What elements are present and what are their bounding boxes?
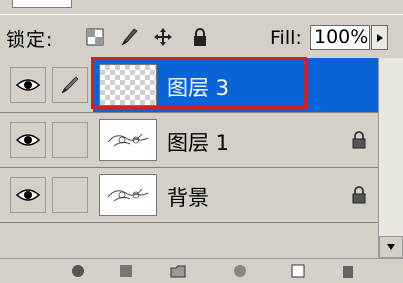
visibility-toggle[interactable]: [10, 177, 46, 213]
lock-image-pixels-icon[interactable]: [118, 26, 140, 48]
lock-icon: [349, 129, 369, 151]
lock-label: 锁定:: [6, 29, 54, 51]
layer-thumbnail-sketch: [99, 119, 157, 161]
layer-row[interactable]: 图层 3: [0, 58, 378, 113]
delete-layer-icon[interactable]: [340, 263, 356, 279]
fill-label: Fill:: [270, 27, 302, 49]
blend-mode-select[interactable]: [12, 0, 72, 8]
lock-all-icon[interactable]: [189, 26, 211, 48]
layer-style-icon[interactable]: [118, 263, 134, 279]
triangle-down-icon: [387, 244, 395, 250]
new-layer-icon[interactable]: [290, 263, 306, 279]
lock-transparent-pixels-icon[interactable]: [84, 26, 106, 48]
layers-bottom-bar: [0, 258, 403, 278]
new-group-icon[interactable]: [170, 263, 186, 279]
layer-thumbnail-transparent: [99, 64, 157, 106]
layer-thumbnail-sketch: [99, 174, 157, 216]
visibility-toggle[interactable]: [10, 122, 46, 158]
layer-name: 图层 1: [167, 131, 230, 155]
layer-row[interactable]: 图层 1: [0, 113, 378, 168]
lock-icon: [349, 184, 369, 206]
layer-content[interactable]: 图层 1: [93, 113, 378, 167]
eye-icon: [16, 189, 40, 201]
eye-icon: [16, 134, 40, 146]
fill-input[interactable]: 100%: [310, 25, 370, 50]
adjustment-layer-icon[interactable]: [232, 263, 248, 279]
layers-scrollbar[interactable]: [378, 58, 403, 258]
layer-content[interactable]: 图层 3: [93, 58, 378, 112]
panel-top-strip: [0, 0, 403, 14]
layer-content[interactable]: 背景: [93, 168, 378, 222]
fill-slider-button[interactable]: [371, 25, 388, 50]
layer-name: 背景: [167, 186, 209, 210]
link-cell[interactable]: [52, 122, 88, 158]
layers-list: 图层 3 图层 1 背景: [0, 58, 403, 258]
layers-empty-area: [0, 224, 378, 258]
lock-position-icon[interactable]: [152, 26, 174, 48]
brush-indicator[interactable]: [52, 67, 88, 103]
link-layers-icon[interactable]: [70, 263, 86, 279]
triangle-right-icon: [376, 33, 383, 42]
layer-row[interactable]: 背景: [0, 168, 378, 223]
lock-toolbar: 锁定: Fill: 100%: [0, 14, 403, 59]
layer-name: 图层 3: [167, 76, 230, 100]
eye-icon: [16, 79, 40, 91]
brush-icon: [61, 76, 79, 94]
link-cell[interactable]: [52, 177, 88, 213]
visibility-toggle[interactable]: [10, 67, 46, 103]
scroll-down-button[interactable]: [379, 236, 403, 258]
